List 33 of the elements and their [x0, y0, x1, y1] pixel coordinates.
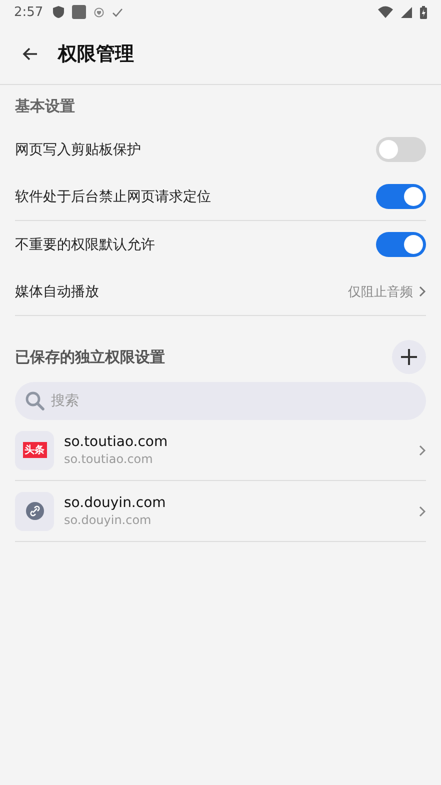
site-name: so.douyin.com: [64, 495, 167, 511]
search-field[interactable]: 搜索: [15, 382, 426, 420]
site-item[interactable]: 头条 so.toutiao.com so.toutiao.com: [15, 420, 426, 481]
app-square-icon: [72, 5, 86, 19]
logo-badge: 头条: [22, 442, 46, 458]
site-item[interactable]: so.douyin.com so.douyin.com: [15, 481, 426, 542]
shield-outline-icon: [94, 6, 104, 18]
setting-label: 不重要的权限默认允许: [15, 236, 156, 254]
site-url: so.toutiao.com: [64, 452, 154, 466]
site-name: so.toutiao.com: [64, 434, 169, 450]
setting-label: 网页写入剪贴板保护: [15, 140, 142, 158]
check-icon: [112, 8, 124, 16]
signal-icon: [401, 6, 412, 18]
status-time: 2:57: [14, 4, 44, 20]
link-icon: [26, 502, 44, 520]
wifi-icon: [378, 6, 393, 18]
shield-icon: [53, 6, 64, 18]
section-header: 基本设置: [15, 96, 76, 117]
toggle-switch[interactable]: [376, 232, 426, 257]
page-title: 权限管理: [58, 42, 134, 67]
toggle-switch[interactable]: [376, 137, 426, 162]
setting-label: 软件处于后台禁止网页请求定位: [15, 188, 212, 206]
plus-icon: [400, 348, 418, 366]
chevron-icon: [419, 506, 426, 516]
section-header: 已保存的独立权限设置: [15, 348, 165, 366]
add-button[interactable]: [392, 340, 426, 374]
chevron-icon: [419, 444, 426, 456]
toggle-switch[interactable]: [376, 184, 426, 209]
setting-label: 媒体自动播放: [15, 282, 100, 300]
site-url: so.douyin.com: [64, 513, 152, 527]
back-arrow-icon[interactable]: [22, 47, 38, 61]
battery-icon: [420, 6, 427, 18]
chevron-icon: [419, 286, 426, 297]
